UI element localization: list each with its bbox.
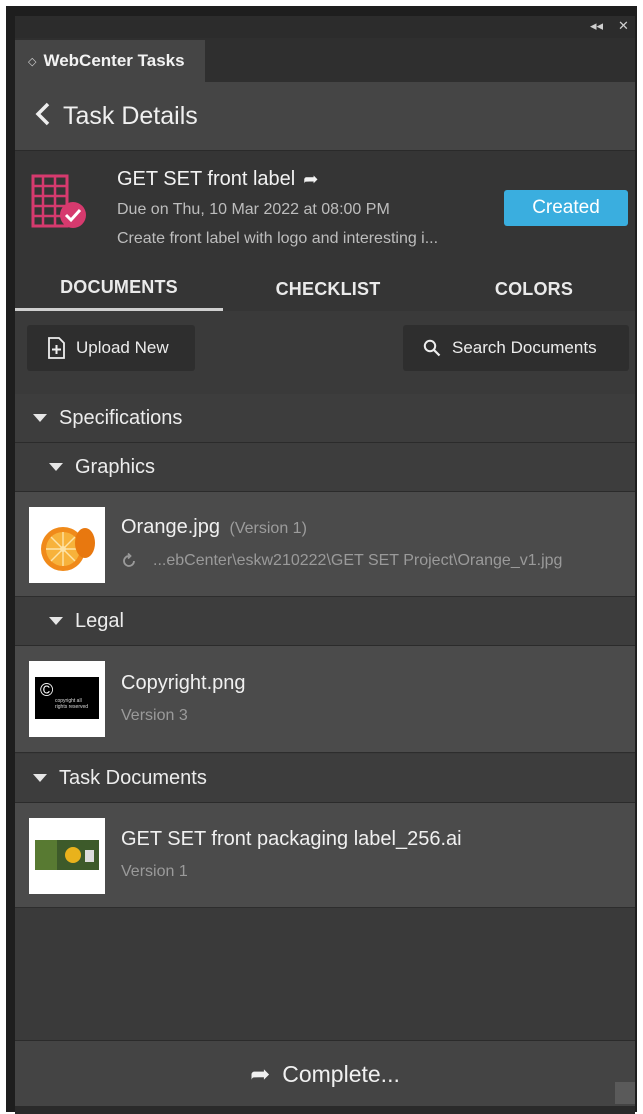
- webcenter-panel: ◂◂ ✕ ◇ WebCenter Tasks Task Details GET …: [15, 16, 635, 1114]
- task-due-date: Due on Thu, 10 Mar 2022 at 08:00 PM: [117, 201, 390, 218]
- expand-triangle-icon: [33, 774, 47, 782]
- tree-graphics[interactable]: Graphics: [15, 443, 635, 492]
- resize-handle[interactable]: [615, 1082, 635, 1104]
- share-arrow-icon[interactable]: ➦: [303, 169, 318, 189]
- orange-version: (Version 1): [229, 520, 307, 537]
- task-summary: GET SET front label ➦ Due on Thu, 10 Mar …: [15, 151, 635, 267]
- specifications-label: Specifications: [59, 406, 183, 429]
- upload-new-label: Upload New: [76, 338, 169, 357]
- tab-colors[interactable]: COLORS: [433, 267, 635, 311]
- panel-tab-bar: ◇ WebCenter Tasks: [15, 38, 635, 83]
- packaging-label-thumbnail: [29, 818, 105, 894]
- close-icon[interactable]: ✕: [618, 18, 629, 34]
- page-title: Task Details: [63, 101, 198, 130]
- sync-icon: [121, 553, 137, 569]
- search-documents-button[interactable]: Search Documents: [403, 325, 629, 371]
- tab-caret-icon: ◇: [28, 55, 37, 68]
- document-row-copyright[interactable]: © copyright all rights reserved Copyrigh…: [15, 646, 635, 753]
- task-documents-label: Task Documents: [59, 766, 207, 789]
- task-description: Create front label with logo and interes…: [117, 230, 439, 247]
- task-details-header: Task Details: [15, 82, 635, 151]
- task-name-text: GET SET front label: [117, 168, 296, 190]
- search-icon: [423, 339, 441, 357]
- copyright-thumb-image: © copyright all rights reserved: [35, 677, 99, 719]
- document-name: Copyright.png: [121, 672, 246, 694]
- upload-new-button[interactable]: Upload New: [27, 325, 195, 371]
- document-row-packaging-label[interactable]: GET SET front packaging label_256.ai Ver…: [15, 803, 635, 908]
- collapse-icon[interactable]: ◂◂: [590, 18, 603, 34]
- orange-path-text: ...ebCenter\eskw210222\GET SET Project\O…: [153, 552, 563, 569]
- detail-tabs: DOCUMENTS CHECKLIST COLORS: [15, 267, 635, 311]
- document-version: Version 3: [121, 707, 188, 724]
- document-name: GET SET front packaging label_256.ai: [121, 828, 462, 850]
- document-name: Orange.jpg (Version 1): [121, 516, 307, 539]
- graphics-label: Graphics: [75, 455, 156, 478]
- complete-label: Complete...: [282, 1060, 400, 1087]
- expand-triangle-icon: [49, 617, 63, 625]
- chevron-left-icon[interactable]: [35, 99, 51, 133]
- task-checklist-icon: [29, 173, 91, 235]
- forward-arrow-icon: ➦: [250, 1060, 271, 1088]
- search-documents-label: Search Documents: [452, 338, 597, 357]
- copyright-thumb-text: copyright all rights reserved: [55, 698, 89, 710]
- panel-bottom-edge: [15, 1106, 635, 1114]
- copyright-thumbnail: © copyright all rights reserved: [29, 661, 105, 737]
- orange-filename: Orange.jpg: [121, 516, 220, 538]
- orange-thumbnail: [29, 507, 105, 583]
- tab-checklist[interactable]: CHECKLIST: [223, 267, 433, 311]
- document-row-orange[interactable]: Orange.jpg (Version 1) ...ebCenter\eskw2…: [15, 492, 635, 597]
- legal-label: Legal: [75, 609, 124, 632]
- back-arrow-svg: [35, 102, 50, 126]
- upload-file-icon: [47, 337, 65, 359]
- window-frame: ◂◂ ✕ ◇ WebCenter Tasks Task Details GET …: [6, 6, 637, 1114]
- tree-legal[interactable]: Legal: [15, 597, 635, 646]
- document-version: Version 1: [121, 863, 188, 880]
- tab-documents[interactable]: DOCUMENTS: [15, 267, 223, 311]
- expand-triangle-icon: [49, 463, 63, 471]
- tree-specifications[interactable]: Specifications: [15, 394, 635, 443]
- document-path: ...ebCenter\eskw210222\GET SET Project\O…: [121, 552, 562, 570]
- panel-title-strip: ◂◂ ✕: [15, 16, 635, 38]
- complete-button[interactable]: ➦ Complete...: [15, 1040, 635, 1107]
- tab-webcenter-tasks[interactable]: ◇ WebCenter Tasks: [15, 40, 205, 83]
- task-name: GET SET front label ➦: [117, 168, 318, 191]
- status-badge: Created: [504, 190, 628, 226]
- tree-task-documents[interactable]: Task Documents: [15, 754, 635, 803]
- tab-label: WebCenter Tasks: [43, 51, 185, 70]
- documents-toolbar: Upload New Search Documents: [15, 311, 635, 402]
- expand-triangle-icon: [33, 414, 47, 422]
